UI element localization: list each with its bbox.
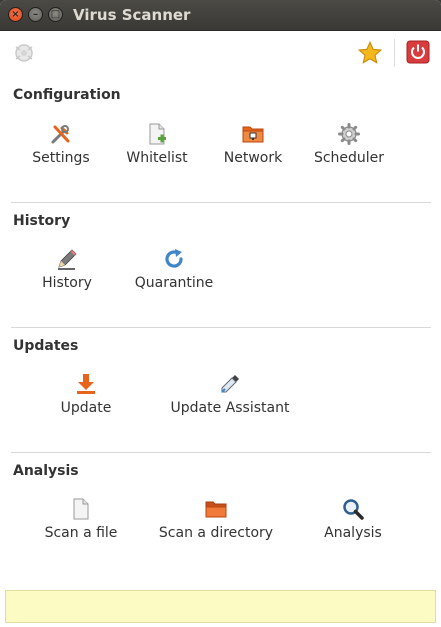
minimize-window-button[interactable]: – [28, 7, 43, 22]
file-icon [73, 498, 89, 520]
title-bar: × – □ Virus Scanner [0, 0, 441, 31]
network-folder-icon [242, 126, 264, 143]
scan-directory-button[interactable]: Scan a directory [158, 497, 274, 541]
toolbar-divider [394, 39, 395, 67]
main-content: Configuration Settings Whitelist Network… [5, 31, 436, 627]
section-title-analysis: Analysis [13, 463, 79, 479]
scan-directory-label: Scan a directory [158, 525, 274, 541]
scan-file-button[interactable]: Scan a file [43, 497, 119, 541]
section-title-updates: Updates [13, 338, 79, 354]
power-button[interactable] [406, 40, 430, 64]
section-divider [11, 452, 431, 453]
quarantine-button[interactable]: Quarantine [132, 247, 216, 291]
app-logo-icon [12, 41, 36, 65]
close-icon: × [11, 8, 20, 20]
window-title: Virus Scanner [73, 6, 191, 24]
section-divider [11, 202, 431, 203]
whitelist-label: Whitelist [126, 150, 188, 166]
update-label: Update [60, 400, 112, 416]
settings-label: Settings [32, 150, 90, 166]
scheduler-label: Scheduler [313, 150, 385, 166]
power-icon [406, 40, 430, 64]
eyedropper-icon [221, 375, 239, 393]
star-icon [357, 40, 383, 64]
maximize-window-button[interactable]: □ [48, 7, 63, 22]
scan-file-label: Scan a file [44, 525, 118, 541]
app-window: × – □ Virus Scanner Configuration Settin… [0, 0, 441, 627]
download-icon [77, 374, 95, 394]
status-bar [5, 590, 436, 623]
pencil-icon [58, 249, 77, 270]
history-label: History [42, 275, 92, 291]
minimize-icon: – [33, 8, 38, 20]
favorite-button[interactable] [357, 40, 383, 66]
section-divider [11, 327, 431, 328]
magnifier-icon [343, 499, 364, 520]
update-assistant-button[interactable]: Update Assistant [169, 372, 291, 416]
network-button[interactable]: Network [220, 122, 286, 166]
quarantine-label: Quarantine [134, 275, 214, 291]
settings-tools-icon [51, 125, 70, 144]
section-title-configuration: Configuration [13, 87, 121, 103]
section-title-history: History [13, 213, 71, 229]
folder-icon [205, 501, 227, 518]
gear-icon [338, 123, 360, 145]
history-button[interactable]: History [37, 247, 97, 291]
network-label: Network [223, 150, 283, 166]
update-assistant-label: Update Assistant [170, 400, 290, 416]
maximize-icon: □ [50, 8, 61, 20]
settings-button[interactable]: Settings [32, 122, 90, 166]
scheduler-button[interactable]: Scheduler [309, 122, 389, 166]
document-add-icon [149, 123, 166, 145]
close-window-button[interactable]: × [8, 7, 23, 22]
whitelist-button[interactable]: Whitelist [124, 122, 190, 166]
refresh-icon [165, 249, 183, 268]
analysis-label: Analysis [324, 525, 382, 541]
analysis-button[interactable]: Analysis [317, 497, 389, 541]
update-button[interactable]: Update [55, 372, 117, 416]
